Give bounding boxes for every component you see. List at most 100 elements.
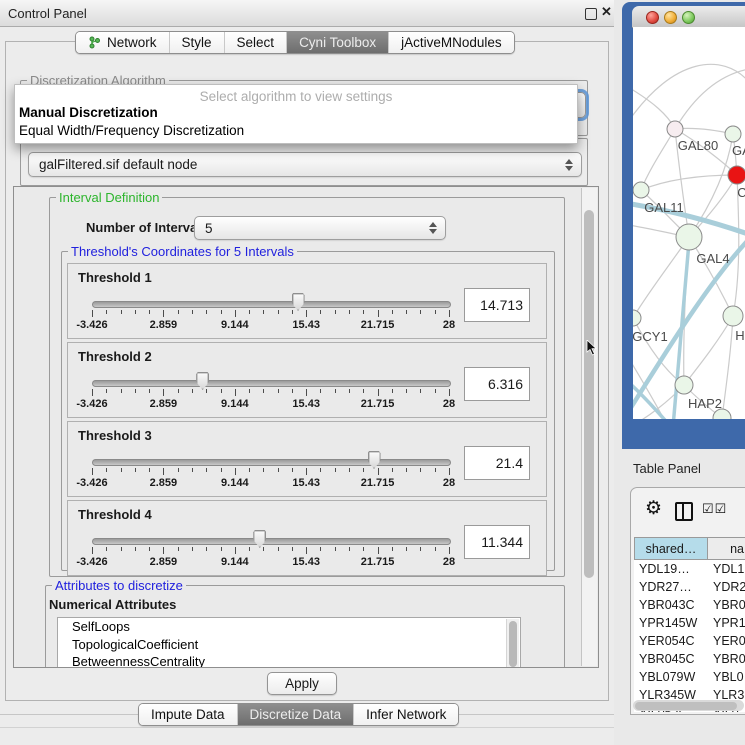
number-of-intervals-combobox[interactable]: 5 bbox=[194, 216, 446, 240]
network-edge[interactable] bbox=[633, 357, 668, 419]
tick-mark bbox=[335, 310, 336, 314]
network-node-h[interactable] bbox=[723, 306, 743, 326]
table-row[interactable]: YDR27…YDR2 bbox=[634, 578, 745, 596]
tab-style[interactable]: Style bbox=[169, 32, 224, 53]
tab-discretize-data[interactable]: Discretize Data bbox=[237, 704, 354, 725]
tab-cyni-toolbox[interactable]: Cyni Toolbox bbox=[286, 32, 388, 53]
scrollbar-thumb[interactable] bbox=[509, 621, 517, 667]
list-scrollbar[interactable] bbox=[506, 619, 519, 668]
tick-mark bbox=[92, 310, 93, 317]
scrollbar-thumb[interactable] bbox=[635, 702, 737, 710]
gear-icon[interactable]: ⚙ bbox=[645, 497, 662, 520]
table-data-combobox[interactable]: galFiltered.sif default node bbox=[28, 152, 582, 177]
tick-mark bbox=[406, 389, 407, 393]
node-attribute-table[interactable]: shared… na YDL19…YDL1YDR27…YDR2YBR043CYB… bbox=[634, 537, 745, 712]
settings-scrollbar[interactable] bbox=[581, 188, 597, 666]
attribute-item-topologicalcoefficient[interactable]: TopologicalCoefficient bbox=[58, 636, 520, 654]
network-node-gal11[interactable] bbox=[633, 182, 649, 198]
attribute-item-betweennesscentrality[interactable]: BetweennessCentrality bbox=[58, 653, 520, 668]
group-title: Threshold's Coordinates for 5 Intervals bbox=[68, 244, 297, 259]
column-split-icon[interactable] bbox=[675, 502, 693, 521]
network-edge[interactable] bbox=[633, 64, 745, 122]
close-icon[interactable]: ✕ bbox=[601, 4, 612, 20]
tick-mark bbox=[263, 468, 264, 472]
tick-mark bbox=[149, 389, 150, 393]
tab-impute-data[interactable]: Impute Data bbox=[139, 704, 237, 725]
algorithm-option-equal-width-frequency-discretization[interactable]: Equal Width/Frequency Discretization bbox=[15, 122, 577, 140]
algorithm-option-manual-discretization[interactable]: Manual Discretization bbox=[15, 104, 577, 122]
table-row[interactable]: YER054CYER0 bbox=[634, 632, 745, 650]
slider-thumb[interactable] bbox=[292, 293, 305, 311]
network-canvas[interactable]: GAL80GALCGAL11GAL4GCY1HHAP2 bbox=[633, 27, 745, 419]
tab-network[interactable]: Network bbox=[76, 32, 169, 53]
tick-mark bbox=[420, 547, 421, 551]
network-node-hap2[interactable] bbox=[675, 376, 693, 394]
table-horizontal-scrollbar[interactable] bbox=[633, 700, 744, 711]
tab-label: Cyni Toolbox bbox=[299, 35, 376, 50]
threshold-slider[interactable]: -3.4262.8599.14415.4321.71528 bbox=[92, 264, 449, 338]
network-window-titlebar[interactable] bbox=[632, 6, 745, 28]
column-header-shared-name[interactable]: shared… bbox=[634, 538, 708, 559]
threshold-value-field[interactable]: 14.713 bbox=[464, 288, 530, 322]
tick-mark bbox=[178, 310, 179, 314]
threshold-value-field[interactable]: 6.316 bbox=[464, 367, 530, 401]
close-traffic-light-icon[interactable] bbox=[646, 11, 659, 24]
tick-mark bbox=[392, 389, 393, 393]
network-edge[interactable] bbox=[633, 237, 689, 318]
network-node-gal[interactable] bbox=[725, 126, 741, 142]
tab-infer-network[interactable]: Infer Network bbox=[353, 704, 458, 725]
checkboxes-icon[interactable]: ☑☑ bbox=[702, 501, 727, 517]
slider-track[interactable] bbox=[92, 538, 451, 545]
network-node-c[interactable] bbox=[728, 166, 745, 184]
threshold-slider[interactable]: -3.4262.8599.14415.4321.71528 bbox=[92, 422, 449, 496]
scrollbar-thumb[interactable] bbox=[584, 210, 594, 578]
network-edge[interactable] bbox=[675, 128, 733, 134]
attribute-item-selfloops[interactable]: SelfLoops bbox=[58, 618, 520, 636]
apply-button[interactable]: Apply bbox=[267, 672, 337, 695]
network-node-gal4[interactable] bbox=[676, 224, 702, 250]
cell-shared-name: YER054C bbox=[634, 634, 708, 648]
threshold-value-field[interactable]: 21.4 bbox=[464, 446, 530, 480]
table-row[interactable]: YPR145WYPR1 bbox=[634, 614, 745, 632]
tick-mark bbox=[320, 310, 321, 314]
slider-thumb[interactable] bbox=[368, 451, 381, 469]
network-edge[interactable] bbox=[633, 87, 675, 129]
tab-label: Infer Network bbox=[366, 707, 446, 722]
tick-mark bbox=[135, 389, 136, 393]
minimize-traffic-light-icon[interactable] bbox=[664, 11, 677, 24]
float-window-icon[interactable] bbox=[585, 8, 597, 20]
network-edge[interactable] bbox=[641, 175, 737, 190]
network-edge[interactable] bbox=[675, 69, 745, 129]
zoom-traffic-light-icon[interactable] bbox=[682, 11, 695, 24]
table-row[interactable]: YBR045CYBR0 bbox=[634, 650, 745, 668]
network-node-gal80[interactable] bbox=[667, 121, 683, 137]
tick-mark bbox=[192, 389, 193, 393]
table-row[interactable]: YBL079WYBL0 bbox=[634, 668, 745, 686]
threshold-slider[interactable]: -3.4262.8599.14415.4321.71528 bbox=[92, 343, 449, 417]
threshold-slider[interactable]: -3.4262.8599.14415.4321.71528 bbox=[92, 501, 449, 575]
table-row[interactable]: YBR043CYBR0 bbox=[634, 596, 745, 614]
tick-mark bbox=[263, 547, 264, 551]
node-label: GAL11 bbox=[644, 200, 684, 215]
slider-track[interactable] bbox=[92, 380, 451, 387]
scale-label: 21.715 bbox=[361, 556, 395, 568]
slider-track[interactable] bbox=[92, 459, 451, 466]
table-row[interactable]: YDL19…YDL1 bbox=[634, 560, 745, 578]
node-label: H bbox=[735, 328, 744, 343]
slider-scale-labels: -3.4262.8599.14415.4321.71528 bbox=[92, 477, 449, 489]
network-node-gcy1[interactable] bbox=[633, 310, 641, 326]
tick-mark bbox=[221, 547, 222, 551]
slider-thumb[interactable] bbox=[253, 530, 266, 548]
threshold-value-field[interactable]: 11.344 bbox=[464, 525, 530, 559]
tick-mark bbox=[163, 468, 164, 475]
tab-jactivemnodules[interactable]: jActiveMNodules bbox=[388, 32, 514, 53]
slider-track[interactable] bbox=[92, 301, 451, 308]
numerical-attributes-list[interactable]: SelfLoopsTopologicalCoefficientBetweenne… bbox=[57, 617, 521, 668]
algorithm-popup-hint: Select algorithm to view settings bbox=[15, 85, 577, 104]
slider-thumb[interactable] bbox=[196, 372, 209, 390]
column-header-name[interactable]: na bbox=[708, 538, 745, 559]
tab-select[interactable]: Select bbox=[224, 32, 287, 53]
network-edge[interactable] bbox=[684, 316, 733, 385]
tick-mark bbox=[221, 468, 222, 472]
scale-label: 28 bbox=[443, 319, 455, 331]
